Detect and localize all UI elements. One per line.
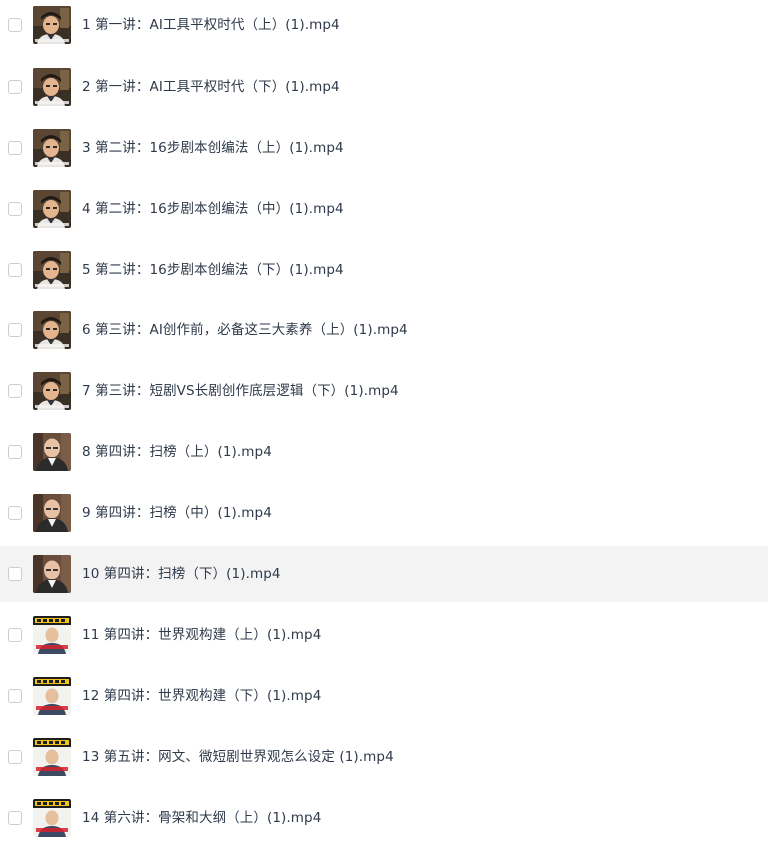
thumb-hat-man-icon <box>33 190 71 228</box>
row-checkbox[interactable] <box>8 18 22 32</box>
file-row[interactable]: 9 第四讲：扫榜（中）(1).mp4 <box>0 485 768 541</box>
thumb-title-card-icon <box>33 677 71 715</box>
file-name[interactable]: 12 第四讲：世界观构建（下）(1).mp4 <box>82 687 321 705</box>
thumb-hat-man-icon <box>33 372 71 410</box>
file-name[interactable]: 5 第二讲：16步剧本创编法（下）(1).mp4 <box>82 261 344 279</box>
row-checkbox[interactable] <box>8 445 22 459</box>
file-row[interactable]: 1 第一讲：AI工具平权时代（上）(1).mp4 <box>0 0 768 53</box>
file-row[interactable]: 11 第四讲：世界观构建（上）(1).mp4 <box>0 607 768 663</box>
file-row[interactable]: 3 第二讲：16步剧本创编法（上）(1).mp4 <box>0 120 768 176</box>
row-checkbox[interactable] <box>8 323 22 337</box>
file-name[interactable]: 13 第五讲：网文、微短剧世界观怎么设定 (1).mp4 <box>82 748 394 766</box>
thumb-title-card-icon <box>33 799 71 837</box>
thumb-hat-man-icon <box>33 129 71 167</box>
file-row[interactable]: 4 第二讲：16步剧本创编法（中）(1).mp4 <box>0 181 768 237</box>
file-row[interactable]: 8 第四讲：扫榜（上）(1).mp4 <box>0 424 768 480</box>
thumb-title-card-icon <box>33 616 71 654</box>
thumb-bald-man-icon <box>33 494 71 532</box>
row-checkbox[interactable] <box>8 628 22 642</box>
thumb-title-card-icon <box>33 738 71 776</box>
file-name[interactable]: 8 第四讲：扫榜（上）(1).mp4 <box>82 443 272 461</box>
file-row[interactable]: 13 第五讲：网文、微短剧世界观怎么设定 (1).mp4 <box>0 729 768 785</box>
thumb-hat-man-icon <box>33 311 71 349</box>
file-row[interactable]: 10 第四讲：扫榜（下）(1).mp4 <box>0 546 768 602</box>
row-checkbox[interactable] <box>8 80 22 94</box>
row-checkbox[interactable] <box>8 567 22 581</box>
row-checkbox[interactable] <box>8 811 22 825</box>
thumb-hat-man-icon <box>33 251 71 289</box>
file-name[interactable]: 6 第三讲：AI创作前，必备这三大素养（上）(1).mp4 <box>82 321 408 339</box>
row-checkbox[interactable] <box>8 689 22 703</box>
file-name[interactable]: 9 第四讲：扫榜（中）(1).mp4 <box>82 504 272 522</box>
video-file-list: 1 第一讲：AI工具平权时代（上）(1).mp4 2 第一讲：AI工具平权时代（下… <box>0 0 768 838</box>
file-name[interactable]: 3 第二讲：16步剧本创编法（上）(1).mp4 <box>82 139 344 157</box>
file-name[interactable]: 1 第一讲：AI工具平权时代（上）(1).mp4 <box>82 16 340 34</box>
row-checkbox[interactable] <box>8 141 22 155</box>
thumb-bald-man-icon <box>33 555 71 593</box>
row-checkbox[interactable] <box>8 202 22 216</box>
file-name[interactable]: 11 第四讲：世界观构建（上）(1).mp4 <box>82 626 321 644</box>
file-row[interactable]: 7 第三讲：短剧VS长剧创作底层逻辑（下）(1).mp4 <box>0 363 768 419</box>
thumb-hat-man-icon <box>33 6 71 44</box>
file-name[interactable]: 14 第六讲：骨架和大纲（上）(1).mp4 <box>82 809 321 827</box>
thumb-hat-man-icon <box>33 68 71 106</box>
file-name[interactable]: 2 第一讲：AI工具平权时代（下）(1).mp4 <box>82 78 340 96</box>
file-row[interactable]: 6 第三讲：AI创作前，必备这三大素养（上）(1).mp4 <box>0 302 768 358</box>
file-row[interactable]: 2 第一讲：AI工具平权时代（下）(1).mp4 <box>0 59 768 115</box>
file-name[interactable]: 4 第二讲：16步剧本创编法（中）(1).mp4 <box>82 200 344 218</box>
row-checkbox[interactable] <box>8 506 22 520</box>
row-checkbox[interactable] <box>8 384 22 398</box>
file-name[interactable]: 10 第四讲：扫榜（下）(1).mp4 <box>82 565 281 583</box>
row-checkbox[interactable] <box>8 750 22 764</box>
row-checkbox[interactable] <box>8 263 22 277</box>
file-name[interactable]: 7 第三讲：短剧VS长剧创作底层逻辑（下）(1).mp4 <box>82 382 399 400</box>
file-row[interactable]: 5 第二讲：16步剧本创编法（下）(1).mp4 <box>0 242 768 298</box>
thumb-bald-man-icon <box>33 433 71 471</box>
file-row[interactable]: 12 第四讲：世界观构建（下）(1).mp4 <box>0 668 768 724</box>
